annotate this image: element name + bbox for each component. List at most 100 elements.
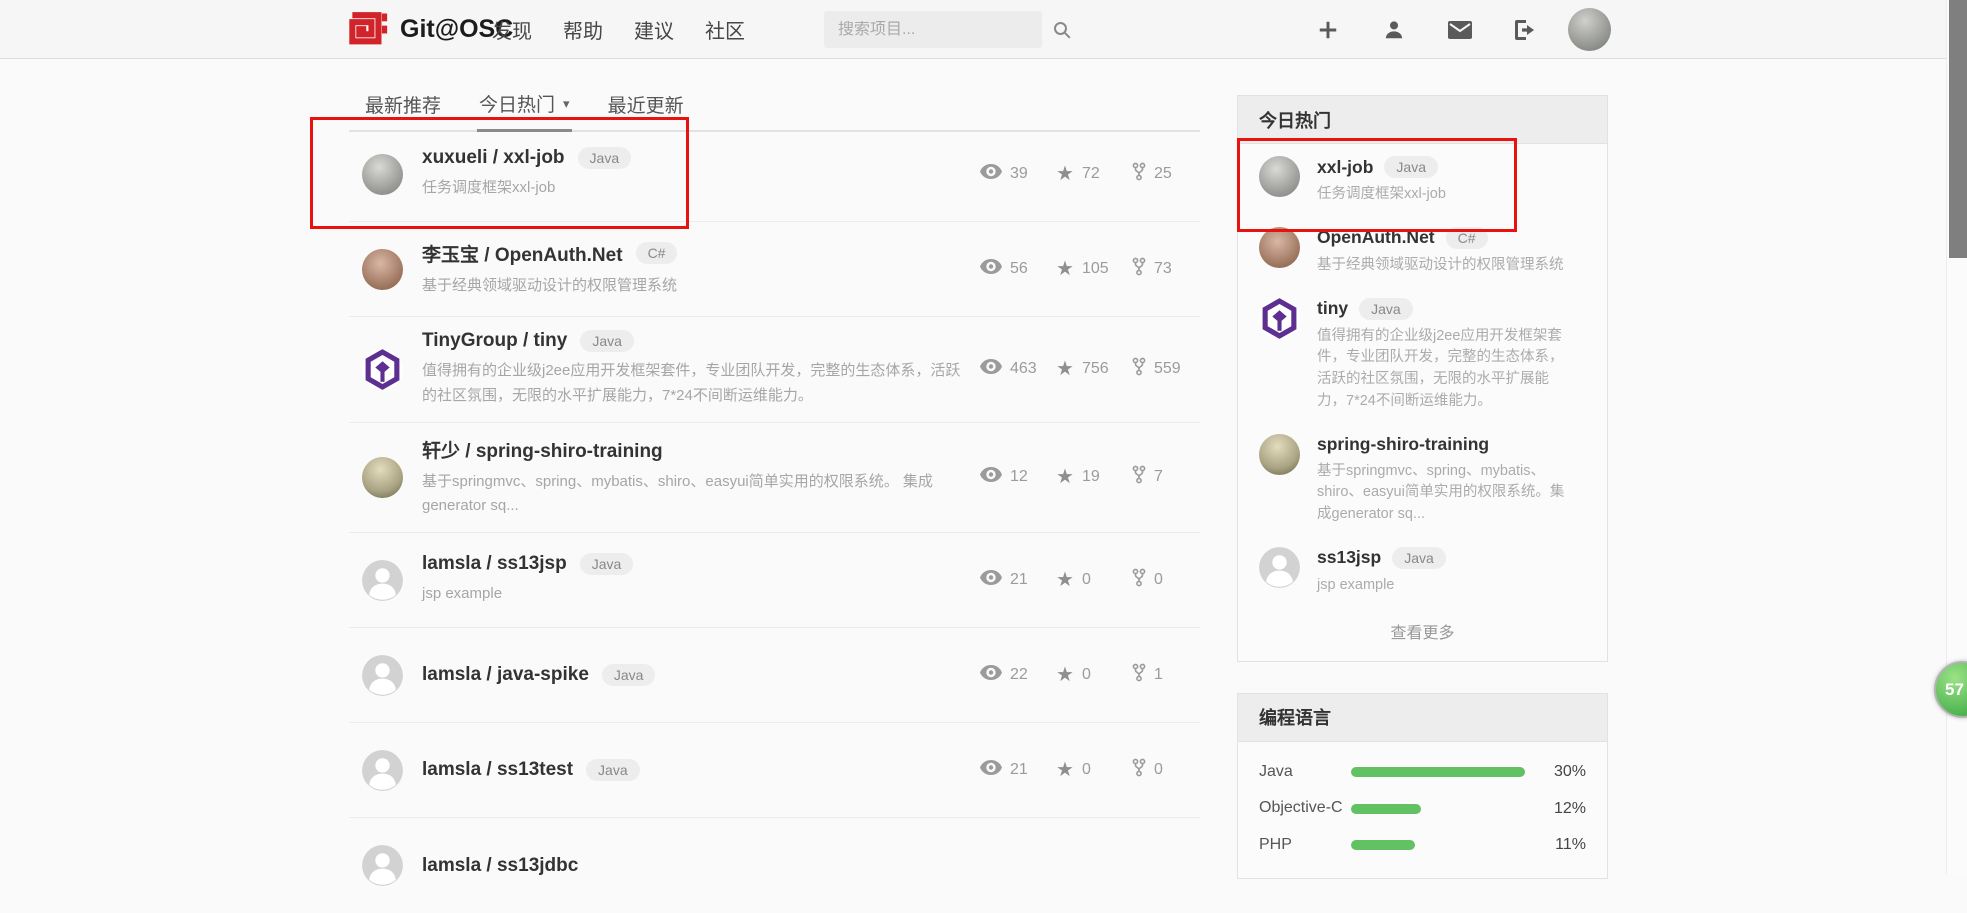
- project-title[interactable]: 轩少 / spring-shiro-training: [422, 436, 663, 463]
- tab-recent[interactable]: 最近更新: [606, 90, 686, 130]
- sidebar-item-xxl-job[interactable]: xxl-job Java 任务调度框架xxl-job: [1238, 144, 1607, 215]
- fork-icon: [1132, 162, 1146, 186]
- nav-links: 发现 帮助 建议 社区: [490, 0, 747, 59]
- star-icon: ★: [1056, 570, 1074, 590]
- project-row-tiny[interactable]: TinyGroup / tiny Java 值得拥有的企业级j2ee应用开发框架…: [349, 317, 1200, 423]
- floating-badge[interactable]: 57: [1934, 661, 1967, 718]
- language-badge: Java: [586, 759, 640, 781]
- nav-action-icons: [1316, 0, 1538, 59]
- fork-count: 0: [1154, 571, 1163, 589]
- hot-today-panel: 今日热门 xxl-job Java 任务调度框架xxl-job OpenAuth…: [1237, 95, 1608, 662]
- project-title[interactable]: xuxueli / xxl-job: [422, 147, 565, 169]
- fork-icon: [1132, 663, 1146, 687]
- project-stats: 39 ★72 25: [980, 162, 1190, 186]
- star-count: 0: [1082, 571, 1091, 589]
- language-percent: 12%: [1536, 800, 1586, 818]
- language-row-java: Java 30%: [1238, 754, 1607, 791]
- fork-icon: [1132, 357, 1146, 381]
- scrollbar-thumb[interactable]: [1949, 0, 1967, 258]
- watch-count: 39: [1010, 165, 1028, 183]
- repo-name[interactable]: ss13jsp: [1317, 547, 1381, 568]
- tab-newest[interactable]: 最新推荐: [363, 90, 443, 130]
- language-badge: Java: [578, 147, 632, 169]
- project-stats: 12 ★19 7: [980, 465, 1190, 489]
- language-bar: [1351, 804, 1421, 814]
- project-desc: jsp example: [422, 582, 967, 607]
- gitosc-logo-icon: [348, 10, 388, 50]
- nav-link-discover[interactable]: 发现: [490, 11, 534, 48]
- project-row-partial[interactable]: lamsla / ss13jdbc: [349, 818, 1200, 913]
- repo-name[interactable]: tiny: [1317, 298, 1348, 319]
- watch-icon: [980, 164, 1002, 184]
- project-desc: 基于springmvc、spring、mybatis、shiro、easyui简…: [422, 470, 967, 520]
- sidebar-item-ss13jsp[interactable]: ss13jsp Java jsp example: [1238, 535, 1607, 606]
- sidebar-item-spring-shiro[interactable]: spring-shiro-training 基于springmvc、spring…: [1238, 422, 1607, 535]
- language-name: Java: [1259, 762, 1351, 783]
- language-badge: Java: [580, 553, 634, 575]
- avatar: [362, 655, 403, 696]
- language-bar: [1351, 767, 1525, 777]
- star-icon: ★: [1056, 359, 1074, 379]
- repo-name[interactable]: xxl-job: [1317, 157, 1373, 178]
- watch-count: 22: [1010, 666, 1028, 684]
- project-row-ss13jsp[interactable]: lamsla / ss13jsp Java jsp example 21 ★0 …: [349, 533, 1200, 628]
- search-icon[interactable]: [1053, 21, 1083, 39]
- project-row-ss13test[interactable]: lamsla / ss13test Java 21 ★0 0: [349, 723, 1200, 818]
- project-title[interactable]: lamsla / java-spike: [422, 664, 589, 686]
- view-more-link[interactable]: 查看更多: [1238, 606, 1607, 661]
- nav-link-suggest[interactable]: 建议: [632, 11, 676, 48]
- repo-name[interactable]: spring-shiro-training: [1317, 434, 1489, 455]
- avatar: [1259, 547, 1300, 588]
- feed-tabs: 最新推荐 今日热门 ▾ 最近更新: [349, 90, 1200, 132]
- sidebar-item-tiny[interactable]: tiny Java 值得拥有的企业级j2ee应用开发框架套件，专业团队开发，完整…: [1238, 286, 1607, 422]
- scrollbar-track[interactable]: [1946, 0, 1967, 874]
- watch-count: 463: [1010, 360, 1037, 378]
- avatar: [362, 845, 403, 886]
- user-avatar[interactable]: [1568, 8, 1611, 51]
- star-count: 0: [1082, 666, 1091, 684]
- mail-icon[interactable]: [1448, 21, 1472, 39]
- watch-count: 12: [1010, 468, 1028, 486]
- fork-icon: [1132, 758, 1146, 782]
- watch-icon: [980, 467, 1002, 487]
- avatar: [362, 750, 403, 791]
- repo-desc: 基于springmvc、spring、mybatis、shiro、easyui简…: [1317, 461, 1565, 526]
- language-badge: Java: [580, 330, 634, 352]
- project-title[interactable]: TinyGroup / tiny: [422, 330, 567, 352]
- repo-name[interactable]: OpenAuth.Net: [1317, 227, 1435, 248]
- watch-count: 56: [1010, 260, 1028, 278]
- project-title[interactable]: lamsla / ss13test: [422, 759, 573, 781]
- avatar: [362, 560, 403, 601]
- avatar: [362, 457, 403, 498]
- search-box: [824, 11, 1042, 48]
- project-row-java-spike[interactable]: lamsla / java-spike Java 22 ★0 1: [349, 628, 1200, 723]
- star-count: 0: [1082, 761, 1091, 779]
- sidebar-item-openauth[interactable]: OpenAuth.Net C# 基于经典领域驱动设计的权限管理系统: [1238, 215, 1607, 286]
- fork-icon: [1132, 465, 1146, 489]
- project-title[interactable]: lamsla / ss13jsp: [422, 553, 567, 575]
- signout-icon[interactable]: [1514, 19, 1538, 41]
- star-count: 105: [1082, 260, 1109, 278]
- project-title[interactable]: lamsla / ss13jdbc: [422, 855, 578, 877]
- project-title[interactable]: 李玉宝 / OpenAuth.Net: [422, 240, 623, 267]
- avatar: [362, 349, 403, 390]
- project-row-xxl-job[interactable]: xuxueli / xxl-job Java 任务调度框架xxl-job 39 …: [349, 127, 1200, 222]
- project-list: xuxueli / xxl-job Java 任务调度框架xxl-job 39 …: [349, 127, 1200, 913]
- language-badge: Java: [602, 664, 656, 686]
- project-stats: 21 ★0 0: [980, 758, 1190, 782]
- project-row-spring-shiro[interactable]: 轩少 / spring-shiro-training 基于springmvc、s…: [349, 423, 1200, 534]
- plus-icon[interactable]: [1316, 19, 1340, 41]
- avatar: [1259, 227, 1300, 268]
- tab-hot-today[interactable]: 今日热门 ▾: [477, 90, 572, 132]
- languages-title: 编程语言: [1238, 694, 1607, 742]
- repo-desc: jsp example: [1317, 575, 1446, 597]
- user-icon[interactable]: [1382, 19, 1406, 41]
- language-bar: [1351, 840, 1415, 850]
- nav-link-help[interactable]: 帮助: [561, 11, 605, 48]
- avatar: [1259, 156, 1300, 197]
- brand[interactable]: Git@OSC: [348, 0, 513, 59]
- avatar: [362, 154, 403, 195]
- project-row-openauth[interactable]: 李玉宝 / OpenAuth.Net C# 基于经典领域驱动设计的权限管理系统 …: [349, 222, 1200, 317]
- nav-link-community[interactable]: 社区: [703, 11, 747, 48]
- search-input[interactable]: [824, 21, 1053, 39]
